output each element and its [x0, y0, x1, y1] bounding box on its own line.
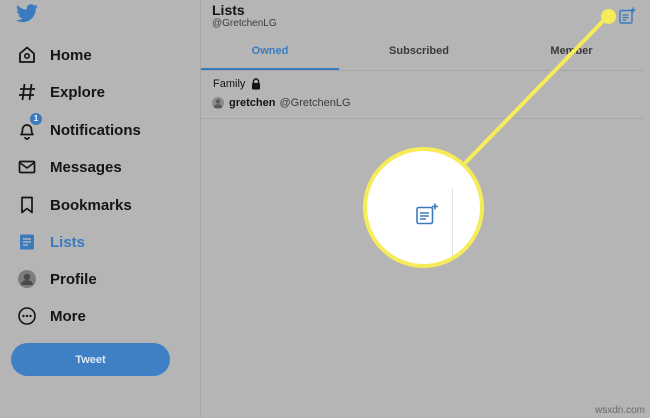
new-list-icon-zoomed	[416, 203, 438, 225]
zoom-divider	[452, 188, 453, 264]
sidebar-item-explore[interactable]: Explore	[16, 79, 105, 105]
sidebar-item-profile[interactable]: Profile	[16, 266, 97, 292]
watermark: wsxdn.com	[594, 405, 645, 416]
lock-icon	[252, 78, 261, 90]
new-list-icon[interactable]	[618, 7, 636, 25]
tweet-button[interactable]: Tweet	[11, 343, 170, 376]
twitter-logo-icon[interactable]	[15, 4, 39, 24]
owner-avatar	[212, 97, 224, 109]
notification-badge: 1	[30, 113, 42, 125]
more-icon	[16, 305, 38, 327]
envelope-icon	[16, 156, 38, 178]
sidebar: Home Explore 1 Notifications Messages Bo…	[0, 0, 201, 418]
sidebar-item-home[interactable]: Home	[16, 42, 92, 68]
sidebar-item-notifications[interactable]: 1 Notifications	[16, 113, 141, 143]
page-title: Lists	[212, 2, 245, 18]
sidebar-item-label: More	[50, 307, 86, 325]
sidebar-item-messages[interactable]: Messages	[16, 154, 122, 180]
sidebar-item-bookmarks[interactable]: Bookmarks	[16, 192, 132, 218]
sidebar-item-label: Explore	[50, 83, 106, 101]
hashtag-icon	[16, 81, 38, 103]
sidebar-item-label: Lists	[50, 233, 86, 251]
owner-name: gretchen	[229, 97, 276, 109]
sidebar-item-label: Messages	[50, 158, 122, 176]
owner-handle: @GretchenLG	[279, 97, 351, 109]
sidebar-item-more[interactable]: More	[16, 303, 86, 329]
list-icon	[16, 231, 38, 253]
bookmark-icon	[16, 194, 38, 216]
zoom-callout	[363, 147, 484, 268]
sidebar-item-label: Home	[50, 46, 92, 64]
sidebar-item-label: Notifications	[50, 121, 141, 139]
home-icon	[16, 44, 38, 66]
bell-icon: 1	[16, 113, 42, 141]
list-name: Family	[213, 78, 246, 90]
callout-dot	[601, 9, 616, 24]
tab-subscribed[interactable]: Subscribed	[345, 45, 493, 71]
page-handle: @GretchenLG	[212, 18, 277, 29]
list-owner[interactable]: gretchen @GretchenLG	[212, 97, 351, 109]
sidebar-item-label: Bookmarks	[50, 196, 132, 214]
sidebar-item-label: Profile	[50, 270, 97, 288]
tab-member[interactable]: Member	[500, 45, 643, 71]
avatar-icon	[16, 268, 38, 290]
tabs-divider	[201, 70, 643, 71]
sidebar-item-lists[interactable]: Lists	[16, 229, 85, 255]
list-divider	[201, 118, 643, 119]
list-item[interactable]: Family	[213, 78, 261, 90]
